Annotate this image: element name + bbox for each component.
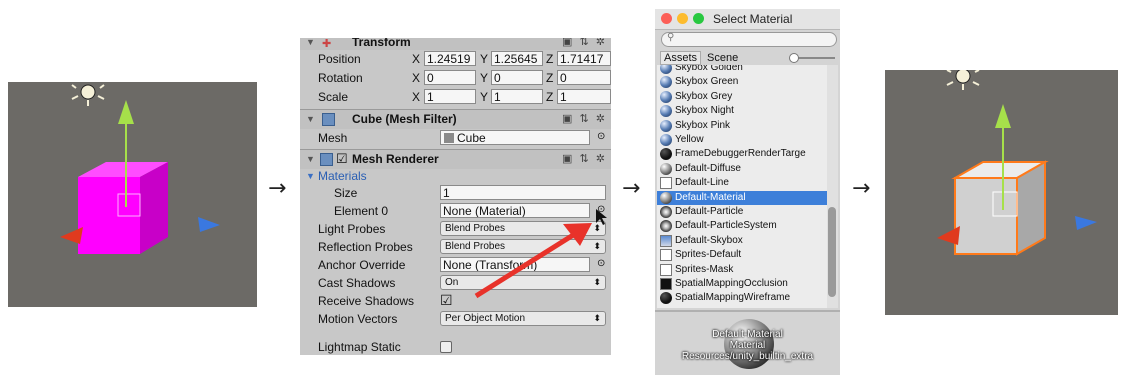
search-icon: ⚲: [667, 32, 675, 43]
material-item-label: Default-Particle: [675, 206, 744, 217]
material-list-item[interactable]: Skybox Pink: [657, 119, 827, 133]
material-icon: [660, 263, 672, 276]
material-item-label: Default-Material: [675, 191, 746, 203]
sun-icon: [946, 70, 980, 90]
flow-arrow: →: [622, 176, 641, 201]
material-item-label: Yellow: [675, 134, 704, 145]
scrollbar-thumb[interactable]: [828, 207, 836, 297]
material-item-label: Default-ParticleSystem: [675, 220, 777, 232]
material-list-item[interactable]: SpatialMappingWireframe: [657, 291, 827, 305]
preview-caption: Default-Material Material Resources/unit…: [655, 329, 840, 362]
flow-arrow: →: [268, 176, 287, 201]
material-list-item[interactable]: Skybox Grey: [657, 90, 827, 104]
material-item-label: Skybox Golden: [675, 65, 743, 73]
material-icon: [660, 119, 672, 132]
preview-pane: Default-Material Material Resources/unit…: [655, 313, 840, 375]
scene-gizmo-before: [60, 84, 220, 254]
material-list-item[interactable]: Sprites-Mask: [657, 263, 827, 277]
preview-type: Material: [729, 340, 766, 351]
z-axis-arrow-icon: [1075, 216, 1097, 230]
material-list-item[interactable]: SpatialMappingOcclusion: [657, 277, 827, 291]
material-icon: [660, 148, 672, 161]
y-axis-arrow-icon: [118, 100, 134, 124]
select-material-window: Select Material ⚲ Assets Scene Skybox Go…: [655, 9, 840, 375]
scene-viewport-before: [8, 82, 257, 307]
material-icon: [660, 162, 672, 175]
material-item-label: SpatialMappingOcclusion: [675, 278, 788, 289]
inspector-panel: ▼ ✚ Transform ▣ ⇅ ✲ Position X 1.24519 Y…: [300, 38, 611, 355]
material-icon: [660, 105, 672, 118]
flow-arrow: →: [852, 176, 871, 201]
window-titlebar: Select Material: [655, 9, 840, 30]
material-icon: [660, 177, 672, 190]
material-icon: [660, 90, 672, 103]
material-item-label: Default-Line: [675, 177, 729, 189]
material-icon: [660, 249, 672, 262]
material-icon: [660, 234, 672, 247]
z-axis-arrow-icon: [198, 217, 220, 232]
material-item-label: Skybox Night: [675, 105, 734, 117]
material-list-item[interactable]: Skybox Golden: [657, 65, 827, 75]
material-list-item[interactable]: Sprites-Default: [657, 248, 827, 262]
x-axis-arrow-icon: [60, 227, 83, 244]
magenta-cube: [78, 162, 168, 254]
material-list-item[interactable]: Default-Particle: [657, 205, 827, 219]
search-input[interactable]: ⚲: [661, 32, 837, 47]
material-icon: [660, 220, 672, 233]
material-icon: [660, 278, 672, 290]
material-list-item[interactable]: Default-Line: [657, 176, 827, 190]
material-list-item[interactable]: Yellow: [657, 133, 827, 147]
zoom-button[interactable]: [693, 13, 704, 24]
material-list: Skybox Golden Skybox Green Skybox Grey Skyb…: [657, 65, 827, 308]
sun-icon: [71, 84, 105, 106]
material-icon: [660, 206, 672, 218]
material-icon: [660, 76, 672, 89]
tab-assets[interactable]: Assets: [660, 51, 702, 65]
scene-gizmo-after: [937, 70, 1097, 256]
preview-path: Resources/unity_builtin_extra: [681, 351, 814, 362]
icon-size-slider[interactable]: [789, 53, 835, 63]
material-item-label: Skybox Pink: [675, 119, 731, 131]
window-title: Select Material: [713, 12, 793, 26]
material-icon: [660, 292, 672, 305]
y-axis-arrow-icon: [995, 104, 1011, 128]
material-item-label: Skybox Grey: [675, 90, 733, 102]
annotation-arrow: [474, 209, 607, 299]
preview-name: Default-Material: [712, 329, 783, 340]
minimize-button[interactable]: [677, 13, 688, 24]
material-item-label: FrameDebuggerRenderTarge: [675, 148, 806, 160]
slider-thumb[interactable]: [789, 53, 799, 63]
material-item-label: Skybox Green: [675, 76, 739, 88]
material-item-label: Sprites-Mask: [675, 263, 734, 275]
mouse-cursor-icon: [596, 209, 607, 225]
material-icon: [660, 65, 672, 74]
material-list-item[interactable]: Default-ParticleSystem: [657, 219, 827, 233]
white-cube: [951, 160, 1049, 256]
material-icon: [660, 191, 672, 204]
material-item-label: Default-Diffuse: [675, 162, 741, 174]
material-list-item[interactable]: Default-Skybox: [657, 234, 827, 248]
x-axis-arrow-icon: [937, 226, 960, 245]
divider: [655, 310, 840, 312]
material-item-label: Sprites-Default: [675, 249, 742, 261]
material-list-item[interactable]: Default-Diffuse: [657, 162, 827, 176]
material-item-label: SpatialMappingWireframe: [675, 292, 791, 304]
scene-viewport-after: [885, 70, 1118, 315]
material-list-item[interactable]: FrameDebuggerRenderTarge: [657, 147, 827, 161]
material-list-item[interactable]: Skybox Night: [657, 104, 827, 118]
material-icon: [660, 134, 672, 146]
material-list-item[interactable]: Default-Material: [657, 190, 827, 205]
material-list-item[interactable]: Skybox Green: [657, 75, 827, 89]
close-button[interactable]: [661, 13, 672, 24]
material-item-label: Default-Skybox: [675, 234, 743, 246]
tab-scene[interactable]: Scene: [707, 52, 738, 64]
